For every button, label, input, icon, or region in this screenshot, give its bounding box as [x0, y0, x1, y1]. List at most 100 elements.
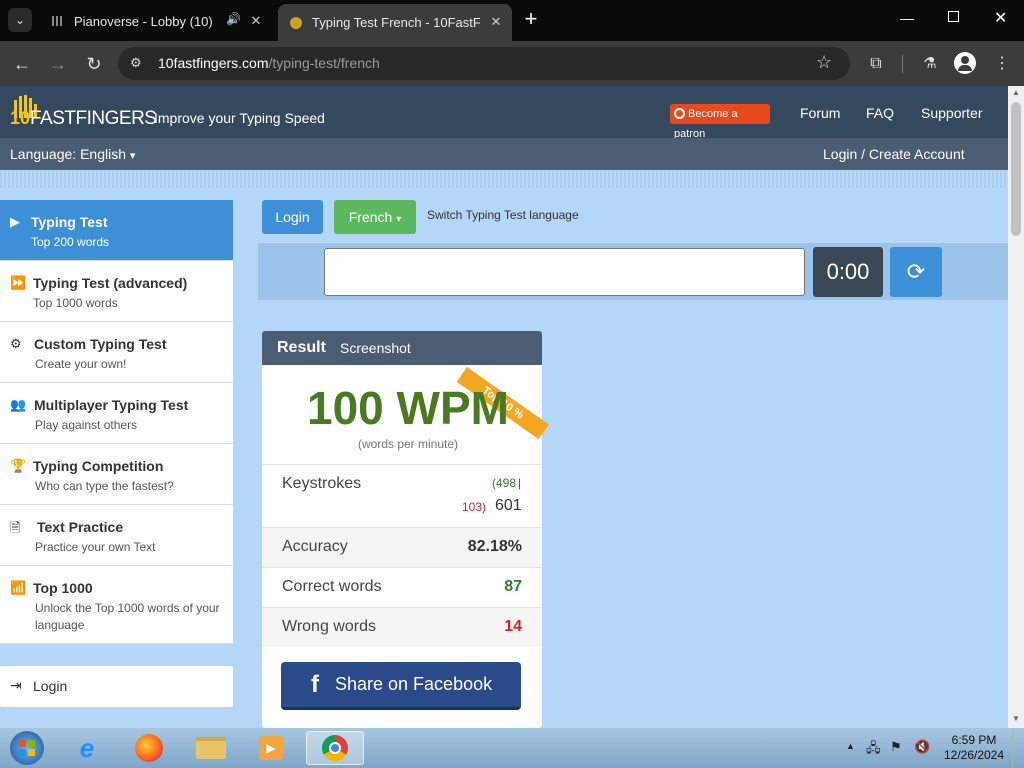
url-host: 10fastfingers.com — [158, 55, 269, 71]
scroll-up-arrow-icon[interactable]: ▲ — [1012, 88, 1020, 97]
sidebar-login-label: Login — [33, 678, 68, 694]
chrome-taskbar-button[interactable] — [306, 731, 364, 765]
page-content: 10 FASTFINGERS Improve your Typing Speed… — [0, 86, 1008, 728]
play-icon: ▶ — [10, 214, 20, 229]
site-header: 10 FASTFINGERS Improve your Typing Speed… — [0, 86, 1008, 140]
tagline: Improve your Typing Speed — [154, 110, 325, 126]
close-window-button[interactable]: ✕ — [994, 8, 1007, 28]
sidebar-item-typing-competition[interactable]: 🏆 Typing Competition Who can type the fa… — [0, 444, 233, 505]
browser-toolbar: ← → ↻ ⚙ 10fastfingers.com/typing-test/fr… — [0, 41, 1024, 86]
restart-button[interactable]: ⟳ — [890, 247, 942, 297]
sidebar-item-subtitle: Who can type the fastest? — [35, 479, 174, 493]
login-arrow-icon: ⇥ — [10, 677, 22, 693]
tab-title: Pianoverse - Lobby (10) — [74, 13, 213, 29]
url-text[interactable]: 10fastfingers.com/typing-test/french — [158, 55, 380, 71]
close-tab-icon[interactable]: ✕ — [248, 13, 264, 29]
sidebar-item-multiplayer[interactable]: 👥 Multiplayer Typing Test Play against o… — [0, 383, 233, 444]
keystrokes-separator: | — [518, 476, 522, 490]
wpm-subtitle: (words per minute) — [357, 437, 459, 451]
patreon-icon — [674, 108, 685, 119]
minimize-button[interactable]: — — [900, 10, 914, 26]
result-tab[interactable]: Result — [277, 339, 326, 357]
sidebar-menu: ▶ Typing Test Top 200 words ⏩ Typing Tes… — [0, 200, 233, 644]
tab-search-button[interactable]: ⌄ — [8, 8, 32, 32]
volume-muted-icon[interactable]: 🔇 — [914, 739, 930, 755]
sidebar-item-subtitle: Practice your own Text — [35, 540, 156, 554]
action-center-flag-icon[interactable]: ⚑ — [890, 739, 902, 755]
bookmark-star-icon[interactable]: ☆ — [816, 52, 832, 73]
network-icon[interactable]: 🖧 — [866, 739, 881, 761]
timer: 0:00 — [813, 247, 883, 297]
pianoverse-favicon-icon — [50, 13, 66, 29]
close-tab-icon[interactable]: ✕ — [488, 14, 504, 30]
profile-avatar-icon[interactable] — [954, 52, 976, 74]
scroll-down-arrow-icon[interactable]: ▼ — [1012, 714, 1020, 723]
sidebar-login[interactable]: ⇥ Login — [0, 666, 233, 707]
sidebar-item-title: Top 1000 — [33, 580, 93, 596]
maximize-button[interactable] — [948, 11, 959, 22]
site-logo[interactable]: 10 FASTFINGERS — [10, 94, 157, 130]
file-explorer-icon[interactable] — [184, 731, 238, 765]
login-button[interactable]: Login — [262, 200, 323, 234]
sidebar-item-title: Typing Test (advanced) — [33, 275, 188, 291]
login-create-account-link[interactable]: Login / Create Account — [823, 146, 965, 162]
accuracy-row: Accuracy 82.18% — [262, 527, 542, 567]
media-player-icon[interactable]: ▶ — [244, 731, 298, 765]
forward-icon[interactable]: → — [46, 52, 70, 76]
sidebar-item-title: Typing Competition — [33, 458, 164, 474]
menu-kebab-icon[interactable]: ⋮ — [990, 52, 1014, 76]
firefox-icon[interactable] — [122, 731, 176, 765]
language-dropdown-button[interactable]: French ▾ — [334, 200, 416, 234]
typing-input[interactable] — [324, 248, 805, 296]
extensions-icon[interactable]: ⧉ — [864, 52, 888, 76]
sidebar-item-subtitle: Unlock the Top 1000 words of your langua… — [35, 601, 220, 632]
sidebar-item-typing-test[interactable]: ▶ Typing Test Top 200 words — [0, 200, 233, 261]
browser-tab-strip: ⌄ Pianoverse - Lobby (10) 🔊 ✕ Typing Tes… — [0, 0, 1024, 41]
switch-language-text: Switch Typing Test language — [427, 208, 579, 222]
sidebar-item-title: Multiplayer Typing Test — [34, 397, 189, 413]
tab-title: Typing Test French - 10FastFing — [312, 15, 480, 30]
toolbar-divider — [902, 55, 903, 73]
tab-pianoverse[interactable]: Pianoverse - Lobby (10) 🔊 ✕ — [40, 7, 272, 35]
nav-supporter[interactable]: Supporter — [921, 105, 982, 121]
scrollbar-thumb[interactable] — [1011, 102, 1021, 236]
share-facebook-button[interactable]: f Share on Facebook — [281, 662, 521, 710]
sidebar-item-text-practice[interactable]: 🗎 Text Practice Practice your own Text — [0, 505, 233, 566]
wrong-words-row: Wrong words 14 — [262, 607, 542, 647]
clock-date: 12/26/2024 — [943, 748, 1005, 762]
address-bar[interactable]: ⚙ 10fastfingers.com/typing-test/french ☆ — [118, 47, 850, 80]
screenshot-tab[interactable]: Screenshot — [340, 340, 411, 356]
language-selector[interactable]: Language: English ▾ — [10, 146, 135, 162]
internet-explorer-icon[interactable]: e — [60, 731, 114, 765]
back-icon[interactable]: ← — [10, 52, 34, 76]
tray-expand-icon[interactable]: ▲ — [846, 741, 855, 751]
refresh-icon: ⟳ — [906, 259, 926, 284]
clock[interactable]: 6:59 PM 12/26/2024 — [942, 733, 1006, 763]
language-label: Language: English — [10, 146, 126, 162]
start-button[interactable] — [0, 731, 54, 765]
sidebar-item-subtitle: Top 200 words — [31, 235, 110, 249]
sidebar-item-title: Typing Test — [31, 214, 108, 230]
tab-typing-test[interactable]: Typing Test French - 10FastFing ✕ — [278, 4, 512, 41]
sidebar-item-top-1000[interactable]: 📶 Top 1000 Unlock the Top 1000 words of … — [0, 566, 233, 644]
share-label: Share on Facebook — [335, 674, 493, 694]
accuracy-label: Accuracy — [282, 538, 348, 555]
users-icon: 👥 — [10, 397, 27, 412]
speaker-icon[interactable]: 🔊 — [226, 12, 241, 26]
result-panel: Result Screenshot Top 10 % 100 WPM (word… — [262, 331, 549, 728]
site-info-icon[interactable]: ⚙ — [130, 55, 142, 71]
new-tab-button[interactable]: + — [520, 8, 542, 30]
labs-flask-icon[interactable]: ⚗ — [918, 52, 942, 76]
sidebar-item-custom-typing-test[interactable]: ⚙ Custom Typing Test Create your own! — [0, 322, 233, 383]
nav-forum[interactable]: Forum — [800, 105, 840, 121]
sidebar-item-typing-test-advanced[interactable]: ⏩ Typing Test (advanced) Top 1000 words — [0, 261, 233, 322]
language-bar: Language: English ▾ Login / Create Accou… — [0, 138, 1008, 170]
chrome-icon — [322, 735, 348, 761]
show-desktop-button[interactable] — [1012, 728, 1024, 768]
become-patron-button[interactable]: Become a patron — [670, 104, 770, 140]
page-scrollbar[interactable]: ▲ ▼ — [1008, 86, 1024, 728]
accuracy-value: 82.18% — [467, 538, 522, 555]
reload-icon[interactable]: ↻ — [82, 52, 106, 76]
nav-faq[interactable]: FAQ — [866, 105, 894, 121]
keystrokes-label: Keystrokes — [282, 475, 362, 492]
